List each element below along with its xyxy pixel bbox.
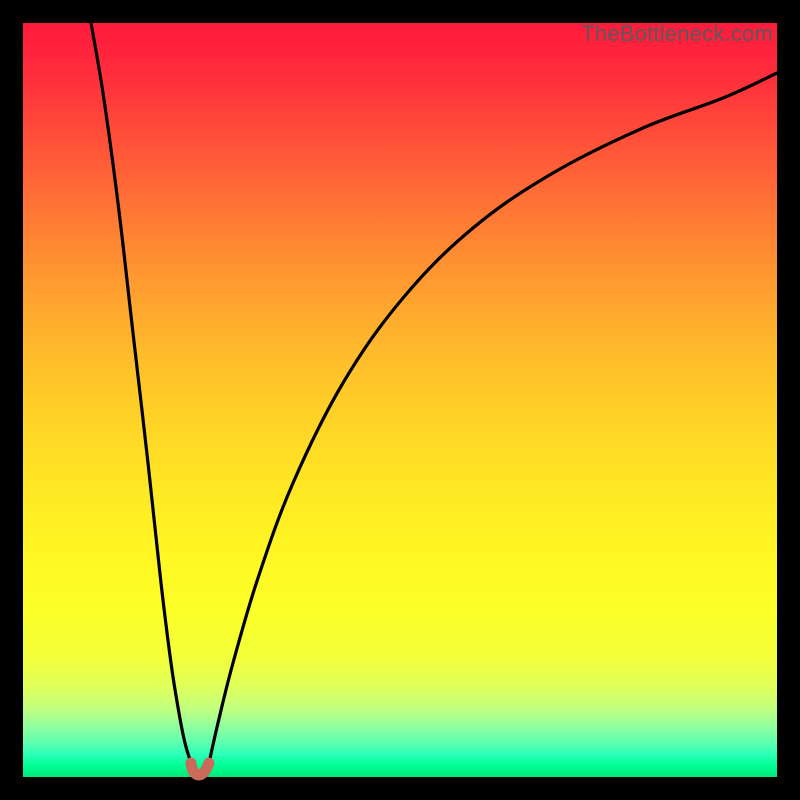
left-descending-curve — [91, 23, 191, 763]
curve-overlay — [23, 23, 777, 777]
chart-frame: TheBottleneck.com — [23, 23, 777, 777]
right-rising-curve — [209, 73, 777, 763]
minimum-notch — [191, 763, 209, 775]
